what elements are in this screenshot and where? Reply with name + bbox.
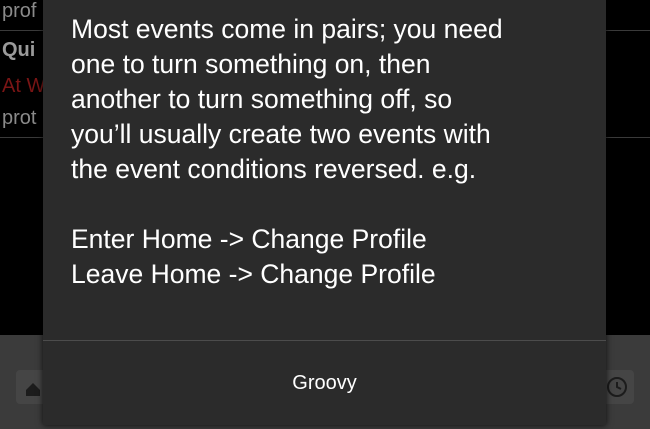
message-line: Most events come in pairs; you need xyxy=(71,14,503,44)
scroll-fade xyxy=(71,325,571,339)
list-item-text: prof xyxy=(2,0,37,22)
dialog-message: Most events come in pairs; you need one … xyxy=(71,12,591,292)
list-item-subtitle: At W xyxy=(2,75,46,97)
message-line: one to turn something on, then xyxy=(71,49,431,79)
info-dialog: Most events come in pairs; you need one … xyxy=(43,0,606,425)
message-line: the event conditions reversed. e.g. xyxy=(71,154,477,184)
groovy-button[interactable]: Groovy xyxy=(43,341,606,425)
message-line: another to turn something off, so xyxy=(71,84,453,114)
list-item-text: prot xyxy=(2,107,37,129)
example-line: Leave Home -> Change Profile xyxy=(71,259,436,289)
list-item-title: Qui xyxy=(2,39,36,61)
example-line: Enter Home -> Change Profile xyxy=(71,224,427,254)
message-line: you’ll usually create two events with xyxy=(71,119,491,149)
